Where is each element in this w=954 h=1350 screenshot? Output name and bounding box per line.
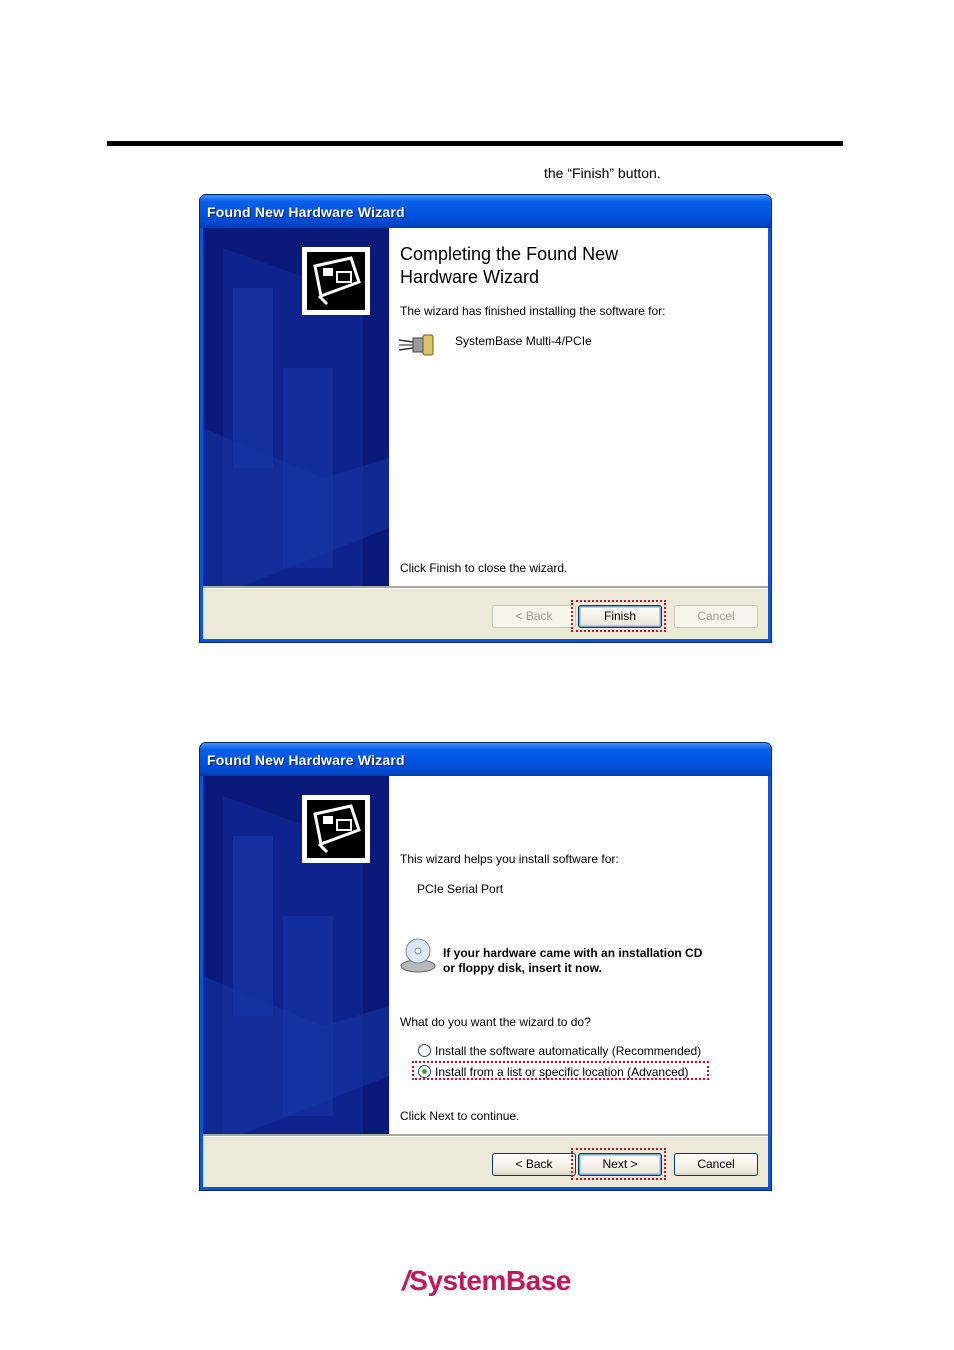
wizard-footer-text: Click Next to continue. [400,1109,520,1123]
option-highlight [412,1061,709,1080]
device-name: PCIe Serial Port [417,882,504,896]
wizard-window-install: Found New Hardware Wizard This wizard he… [199,742,772,1191]
wizard-title[interactable]: Found New Hardware Wizard [200,195,771,228]
wizard-side-banner [203,776,389,1134]
device-name: SystemBase Multi-4/PCIe [455,334,592,348]
wizard-window-completing: Found New Hardware Wizard Completing the… [199,194,772,643]
option-install-auto-label[interactable]: Install the software automatically (Reco… [435,1044,701,1058]
wizard-side-banner [203,228,389,586]
wizard-title[interactable]: Found New Hardware Wizard [200,743,771,776]
header-rule [107,141,843,146]
cancel-button[interactable]: Cancel [674,605,758,628]
cd-instruction-line1: If your hardware came with an installati… [443,946,703,960]
wizard-intro-text: This wizard helps you install software f… [400,852,619,866]
wizard-intro-text: The wizard has finished installing the s… [400,304,666,318]
cd-drive-icon [399,936,437,979]
button-separator [203,1134,768,1137]
wizard-content: Completing the Found New Hardware Wizard… [389,228,768,586]
systembase-logo: /SystemBase [402,1265,571,1297]
wizard-content: This wizard helps you install software f… [389,776,768,1134]
wizard-question: What do you want the wizard to do? [400,1015,591,1029]
instruction-caption: the “Finish” button. [544,165,661,181]
hardware-wizard-icon [302,247,370,315]
cancel-button[interactable]: Cancel [674,1153,758,1176]
back-button[interactable]: < Back [492,1153,576,1176]
cd-instruction-line2: or floppy disk, insert it now. [443,961,602,975]
wizard-heading-line1: Completing the Found New [400,244,619,264]
next-highlight [571,1148,666,1180]
wizard-footer-text: Click Finish to close the wizard. [400,561,568,575]
logo-text: SystemBase [409,1265,571,1296]
back-button[interactable]: < Back [492,605,576,628]
serial-port-icon [398,332,437,363]
radio-install-auto[interactable] [418,1044,431,1057]
wizard-heading-line2: Hardware Wizard [400,267,540,287]
hardware-wizard-icon [302,795,370,863]
button-separator [203,586,768,589]
finish-highlight [571,600,666,632]
